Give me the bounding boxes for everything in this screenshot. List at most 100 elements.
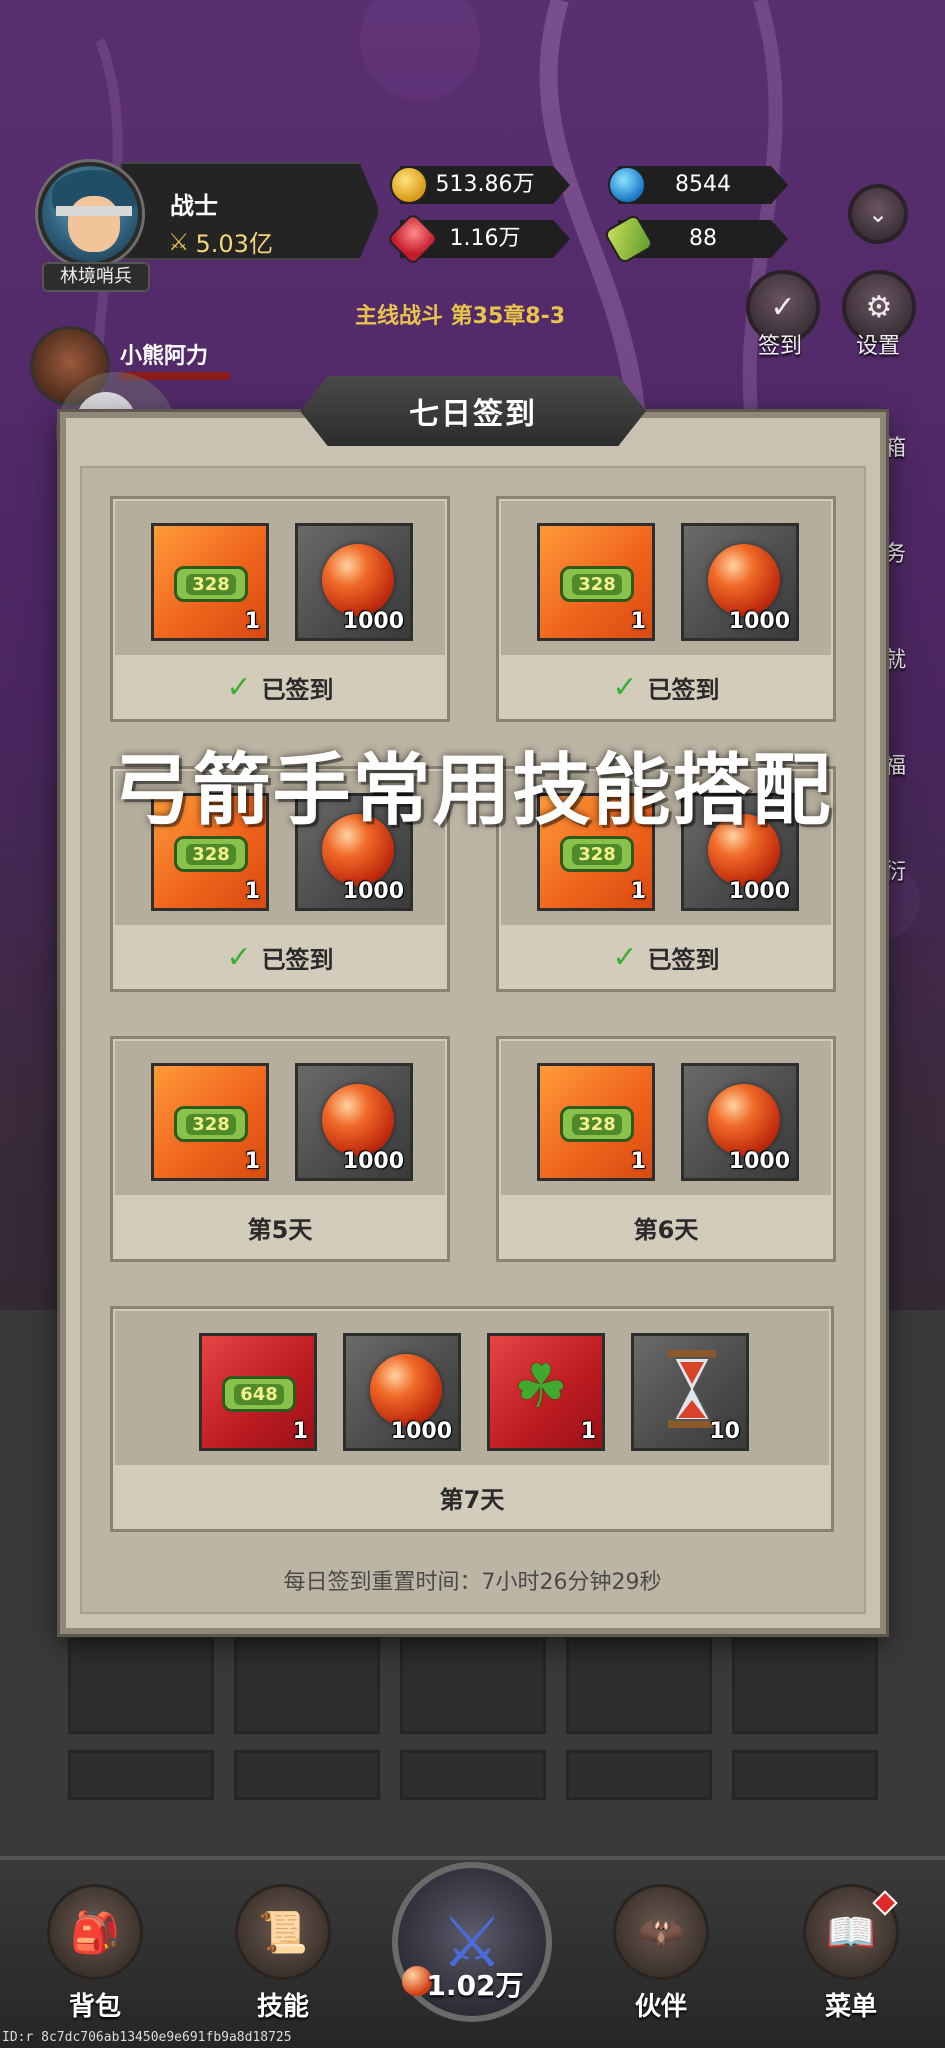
nav-menu[interactable]: 📖 菜单	[786, 1884, 916, 2023]
day-label-text: 第7天	[439, 1485, 505, 1514]
nav-partners[interactable]: 🦇 伙伴	[596, 1884, 726, 2023]
overlay-caption: 弓箭手常用技能搭配	[112, 746, 833, 836]
reset-timer: 每日签到重置时间：7小时26分钟29秒	[283, 1570, 662, 1595]
day-card-7[interactable]: 648 1 1000 ☘ 1 10 第7天	[110, 1306, 834, 1532]
calendar-check-icon: ✓	[770, 289, 796, 325]
nav-bag-label: 背包	[68, 1992, 121, 2022]
fire-orb-icon	[322, 544, 394, 616]
inventory-slot[interactable]	[234, 1750, 380, 1800]
ticket-amount: 648	[234, 1383, 284, 1405]
crossed-swords-icon: ⚔	[168, 227, 190, 256]
fire-orb-icon	[322, 1084, 394, 1156]
reward-orb: 1000	[295, 1063, 413, 1181]
ticket-icon: 328	[560, 1106, 634, 1142]
reward-clover: ☘ 1	[487, 1333, 605, 1451]
four-leaf-clover-icon: ☘	[514, 1352, 568, 1422]
inventory-slot[interactable]	[400, 1750, 546, 1800]
ticket-icon: 328	[174, 836, 248, 872]
reward-orb: 1000	[343, 1333, 461, 1451]
avatar-face	[68, 196, 120, 252]
ticket-icon: 328	[174, 1106, 248, 1142]
inventory-slot[interactable]	[732, 1638, 878, 1734]
reward-qty: 10	[709, 1419, 740, 1444]
inventory-slot[interactable]	[400, 1638, 546, 1734]
inventory-slot[interactable]	[566, 1750, 712, 1800]
reward-qty: 1	[244, 879, 260, 904]
fire-orb-icon	[708, 544, 780, 616]
day-status-text: 已签到	[647, 675, 720, 704]
backpack-icon: 🎒	[47, 1884, 143, 1980]
side-label-partial-3: 就	[884, 648, 907, 673]
nav-skills-label: 技能	[256, 1992, 309, 2022]
day-label: 第5天	[113, 1195, 447, 1259]
day-card-5[interactable]: 328 1 1000 第5天	[110, 1036, 450, 1262]
settings-label: 设置	[856, 334, 901, 359]
day-status: ✓ 已签到	[113, 925, 447, 989]
reward-qty: 1000	[342, 1149, 404, 1174]
nav-bag[interactable]: 🎒 背包	[30, 1884, 160, 2023]
hourglass-icon	[668, 1350, 716, 1428]
side-label-partial-1: 箱	[884, 436, 907, 461]
player-profile[interactable]: 战士 ⚔ 5.03亿 林境哨兵	[30, 150, 380, 292]
day-label: 第7天	[113, 1465, 831, 1529]
checkmark-icon: ✓	[612, 669, 638, 705]
checkmark-icon: ✓	[226, 669, 252, 705]
reward-qty: 1000	[728, 879, 790, 904]
day-card-2[interactable]: 328 1 1000 ✓ 已签到	[496, 496, 836, 722]
debug-id: ID:r 8c7dc706ab13450e9e691fb9a8d18725	[2, 2030, 292, 2045]
inventory-slot[interactable]	[566, 1638, 712, 1734]
reward-qty: 1	[580, 1419, 596, 1444]
gold-coin-icon	[390, 166, 428, 204]
day-status-text: 已签到	[261, 945, 334, 974]
inventory-slot[interactable]	[732, 1750, 878, 1800]
reward-orb: 1000	[295, 523, 413, 641]
reward-ticket: 328 1	[537, 1063, 655, 1181]
checkmark-icon: ✓	[226, 939, 252, 975]
ticket-icon: 648	[222, 1376, 296, 1412]
inventory-slot[interactable]	[68, 1638, 214, 1734]
combat-power-value: 5.03亿	[195, 230, 273, 258]
nav-menu-label: 菜单	[824, 1992, 877, 2022]
player-avatar[interactable]	[38, 162, 142, 266]
reward-ticket: 328 1	[151, 523, 269, 641]
companion-name: 小熊阿力	[120, 344, 209, 369]
ticket-amount: 328	[186, 1113, 236, 1135]
reward-qty: 1	[630, 879, 646, 904]
ticket-amount: 328	[186, 573, 236, 595]
inventory-slot[interactable]	[68, 1750, 214, 1800]
reward-qty: 1000	[728, 1149, 790, 1174]
inventory-slot[interactable]	[234, 1638, 380, 1734]
reward-qty: 1000	[342, 609, 404, 634]
day-label-text: 第5天	[247, 1215, 313, 1244]
nav-skills[interactable]: 📜 技能	[218, 1884, 348, 2023]
ticket-amount: 328	[572, 1113, 622, 1135]
scroll-icon: 📜	[235, 1884, 331, 1980]
stage-title: 主线战斗 第35章8-3	[355, 304, 566, 329]
chevron-down-icon: ⌄	[867, 200, 889, 228]
checkmark-icon: ✓	[612, 939, 638, 975]
reward-hourglass: 10	[631, 1333, 749, 1451]
reward-qty: 1	[630, 609, 646, 634]
gear-icon: ⚙	[865, 289, 893, 325]
combat-power: ⚔ 5.03亿	[168, 224, 273, 259]
side-label-partial-2: 务	[884, 542, 907, 567]
day-status-text: 已签到	[647, 945, 720, 974]
day-status: ✓ 已签到	[499, 925, 833, 989]
ticket-amount: 328	[572, 843, 622, 865]
day-card-6[interactable]: 328 1 1000 第6天	[496, 1036, 836, 1262]
day-label: 第6天	[499, 1195, 833, 1259]
reward-qty: 1000	[728, 609, 790, 634]
day-status-text: 已签到	[261, 675, 334, 704]
blue-orb-icon	[608, 166, 646, 204]
reward-qty: 1	[292, 1419, 308, 1444]
day-card-1[interactable]: 328 1 1000 ✓ 已签到	[110, 496, 450, 722]
reward-qty: 1	[244, 609, 260, 634]
ticket-icon: 328	[174, 566, 248, 602]
avatar-headband	[56, 206, 132, 216]
reward-orb: 1000	[681, 1063, 799, 1181]
day-status: ✓ 已签到	[499, 655, 833, 719]
expand-button[interactable]: ⌄	[848, 184, 908, 244]
reward-ticket: 328 1	[537, 523, 655, 641]
ticket-amount: 328	[186, 843, 236, 865]
fire-orb-icon	[708, 1084, 780, 1156]
